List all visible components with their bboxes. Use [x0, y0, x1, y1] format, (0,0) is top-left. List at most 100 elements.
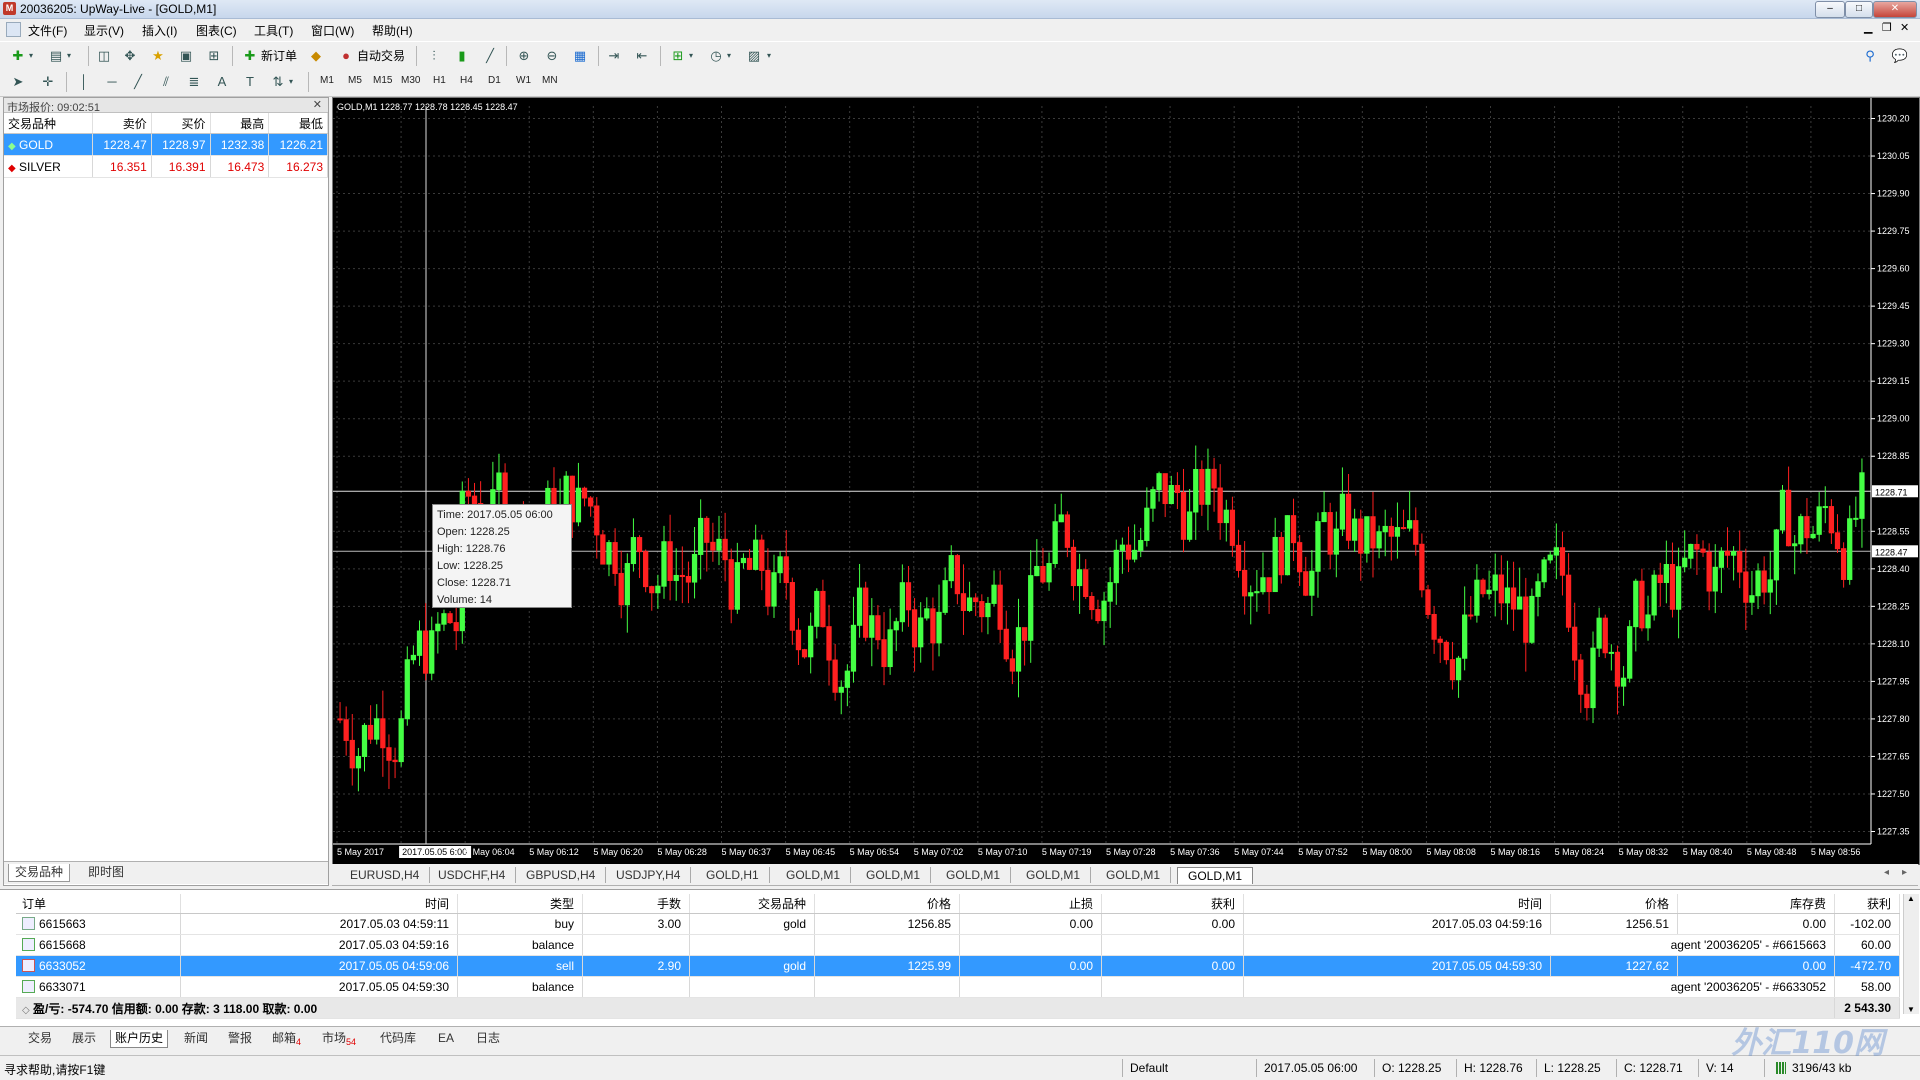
text-label-icon[interactable]: T — [240, 72, 260, 92]
scroll-up-icon[interactable]: ▲ — [1907, 894, 1915, 903]
column-header[interactable]: 价格 — [1550, 894, 1678, 914]
tab-journal[interactable]: 日志 — [472, 1030, 504, 1047]
maximize-icon[interactable]: □ — [1845, 1, 1873, 18]
symbol-row-silver[interactable]: ◆ SILVER 16.351 16.391 16.473 16.273 — [4, 155, 328, 178]
zoom-in-icon[interactable]: ⊕ — [514, 46, 534, 66]
line-chart-icon[interactable]: ╱ — [480, 46, 500, 66]
tab-alerts[interactable]: 警报 — [224, 1030, 256, 1047]
mdi-close-icon[interactable]: ✕ — [1900, 21, 1909, 34]
menu-insert[interactable]: 插入(I) — [142, 22, 177, 39]
mdi-minimize-icon[interactable]: ▁ — [1864, 21, 1872, 34]
templates-icon[interactable]: ▨ — [744, 46, 764, 66]
menu-tools[interactable]: 工具(T) — [254, 22, 293, 39]
trendline-icon[interactable]: ╱ — [128, 72, 148, 92]
tab-account-history[interactable]: 账户历史 — [110, 1030, 169, 1048]
chart-shift-icon[interactable]: ⇥ — [604, 46, 624, 66]
data-window-icon[interactable]: ✥ — [120, 46, 140, 66]
tf-h4[interactable]: H4 — [460, 75, 473, 86]
text-icon[interactable]: A — [212, 72, 232, 92]
column-header[interactable]: 获利 — [1101, 894, 1244, 914]
chart-tab[interactable]: USDJPY,H4 — [606, 867, 692, 883]
symbol-row-gold[interactable]: ◆ GOLD 1228.47 1228.97 1232.38 1226.21 — [4, 133, 328, 156]
chevron-down-icon[interactable]: ▾ — [26, 46, 36, 66]
chevron-down-icon[interactable]: ▾ — [724, 46, 734, 66]
chevron-down-icon[interactable]: ▾ — [286, 72, 296, 92]
column-header[interactable]: 交易品种 — [4, 113, 93, 134]
tf-m5[interactable]: M5 — [348, 75, 362, 86]
tf-m30[interactable]: M30 — [401, 75, 420, 86]
tab-market[interactable]: 市场54 — [318, 1030, 360, 1047]
column-header[interactable]: 价格 — [814, 894, 960, 914]
scroll-left-icon[interactable]: ◂ — [1884, 867, 1889, 878]
vertical-line-icon[interactable]: │ — [74, 72, 94, 92]
menu-help[interactable]: 帮助(H) — [372, 22, 413, 39]
new-order-icon[interactable]: ✚ — [240, 46, 260, 66]
column-header[interactable]: 时间 — [1243, 894, 1551, 914]
chevron-down-icon[interactable]: ▾ — [764, 46, 774, 66]
scroll-down-icon[interactable]: ▼ — [1907, 1005, 1915, 1014]
column-header[interactable]: 止损 — [959, 894, 1102, 914]
tab-code-base[interactable]: 代码库 — [376, 1030, 420, 1047]
table-row[interactable]: 6633071 2017.05.05 04:59:30 balance agen… — [16, 976, 1900, 998]
fibonacci-icon[interactable]: ≣ — [184, 72, 204, 92]
chart-tab-active[interactable]: GOLD,M1 — [1177, 867, 1254, 884]
column-header[interactable]: 时间 — [180, 894, 458, 914]
menu-view[interactable]: 显示(V) — [84, 22, 124, 39]
column-header[interactable]: 交易品种 — [689, 894, 815, 914]
tile-windows-icon[interactable]: ▦ — [570, 46, 590, 66]
mdi-restore-icon[interactable]: ❐ — [1882, 21, 1892, 34]
tf-mn[interactable]: MN — [542, 75, 558, 86]
chevron-down-icon[interactable]: ▾ — [64, 46, 74, 66]
strategy-tester-icon[interactable]: ⊞ — [204, 46, 224, 66]
menu-charts[interactable]: 图表(C) — [196, 22, 237, 39]
new-chart-icon[interactable]: ✚ — [8, 46, 28, 66]
tf-m15[interactable]: M15 — [373, 75, 392, 86]
tab-tick-chart[interactable]: 即时图 — [82, 864, 130, 881]
channel-icon[interactable]: ⫽ — [156, 72, 176, 92]
tf-m1[interactable]: M1 — [320, 75, 334, 86]
tab-mailbox[interactable]: 邮箱4 — [268, 1030, 305, 1047]
chart-tab[interactable]: GBPUSD,H4 — [516, 867, 607, 883]
bar-chart-icon[interactable]: ⫶ — [424, 46, 444, 66]
chart-tab[interactable]: GOLD,M1 — [936, 867, 1012, 883]
chart-tab[interactable]: GOLD,H1 — [696, 867, 770, 883]
autoscroll-icon[interactable]: ⇤ — [632, 46, 652, 66]
chart-tab[interactable]: GOLD,M1 — [1096, 867, 1172, 883]
terminal-icon[interactable]: ▣ — [176, 46, 196, 66]
scroll-right-icon[interactable]: ▸ — [1902, 867, 1907, 878]
column-header[interactable]: 获利 — [1834, 894, 1900, 914]
menu-window[interactable]: 窗口(W) — [311, 22, 354, 39]
arrows-icon[interactable]: ⇅ — [268, 72, 288, 92]
zoom-out-icon[interactable]: ⊖ — [542, 46, 562, 66]
cursor-icon[interactable]: ➤ — [8, 72, 28, 92]
table-row[interactable]: 6615663 2017.05.03 04:59:11 buy 3.00 gol… — [16, 913, 1900, 935]
menu-file[interactable]: 文件(F) — [28, 22, 67, 39]
tab-news[interactable]: 新闻 — [180, 1030, 212, 1047]
profiles-icon[interactable]: ▤ — [46, 46, 66, 66]
chart-tab[interactable]: USDCHF,H4 — [428, 867, 517, 883]
status-profile[interactable]: Default — [1130, 1061, 1168, 1077]
metaeditor-icon[interactable]: ◆ — [306, 46, 326, 66]
tf-d1[interactable]: D1 — [488, 75, 501, 86]
tab-experts[interactable]: EA — [434, 1030, 458, 1047]
table-row[interactable]: 6615668 2017.05.03 04:59:16 balance agen… — [16, 934, 1900, 956]
column-header[interactable]: 订单 — [16, 894, 181, 914]
tf-h1[interactable]: H1 — [433, 75, 446, 86]
new-order-button[interactable]: 新订单 — [261, 47, 297, 64]
tab-symbols[interactable]: 交易品种 — [8, 864, 71, 882]
auto-trading-button[interactable]: 自动交易 — [357, 47, 405, 64]
price-chart[interactable]: 1230.20 1230.05 1229.90 1229.75 1229.60 1229.… — [332, 97, 1920, 865]
chart-tab[interactable]: GOLD,M1 — [1016, 867, 1092, 883]
column-header[interactable]: 买价 — [151, 113, 211, 134]
chevron-down-icon[interactable]: ▾ — [686, 46, 696, 66]
column-header[interactable]: 库存费 — [1677, 894, 1835, 914]
candlestick-chart[interactable]: 1230.20 1230.05 1229.90 1229.75 1229.60 1229.… — [333, 98, 1919, 864]
chart-tab[interactable]: GOLD,M1 — [856, 867, 932, 883]
chart-tab[interactable]: GOLD,M1 — [776, 867, 852, 883]
column-header[interactable]: 卖价 — [92, 113, 152, 134]
chat-icon[interactable]: 💬 — [1890, 46, 1910, 66]
table-row-selected[interactable]: 6633052 2017.05.05 04:59:06 sell 2.90 go… — [16, 955, 1900, 977]
crosshair-icon[interactable]: ✛ — [38, 72, 58, 92]
close-icon[interactable]: ✕ — [313, 98, 322, 111]
minimize-icon[interactable]: – — [1815, 1, 1845, 18]
